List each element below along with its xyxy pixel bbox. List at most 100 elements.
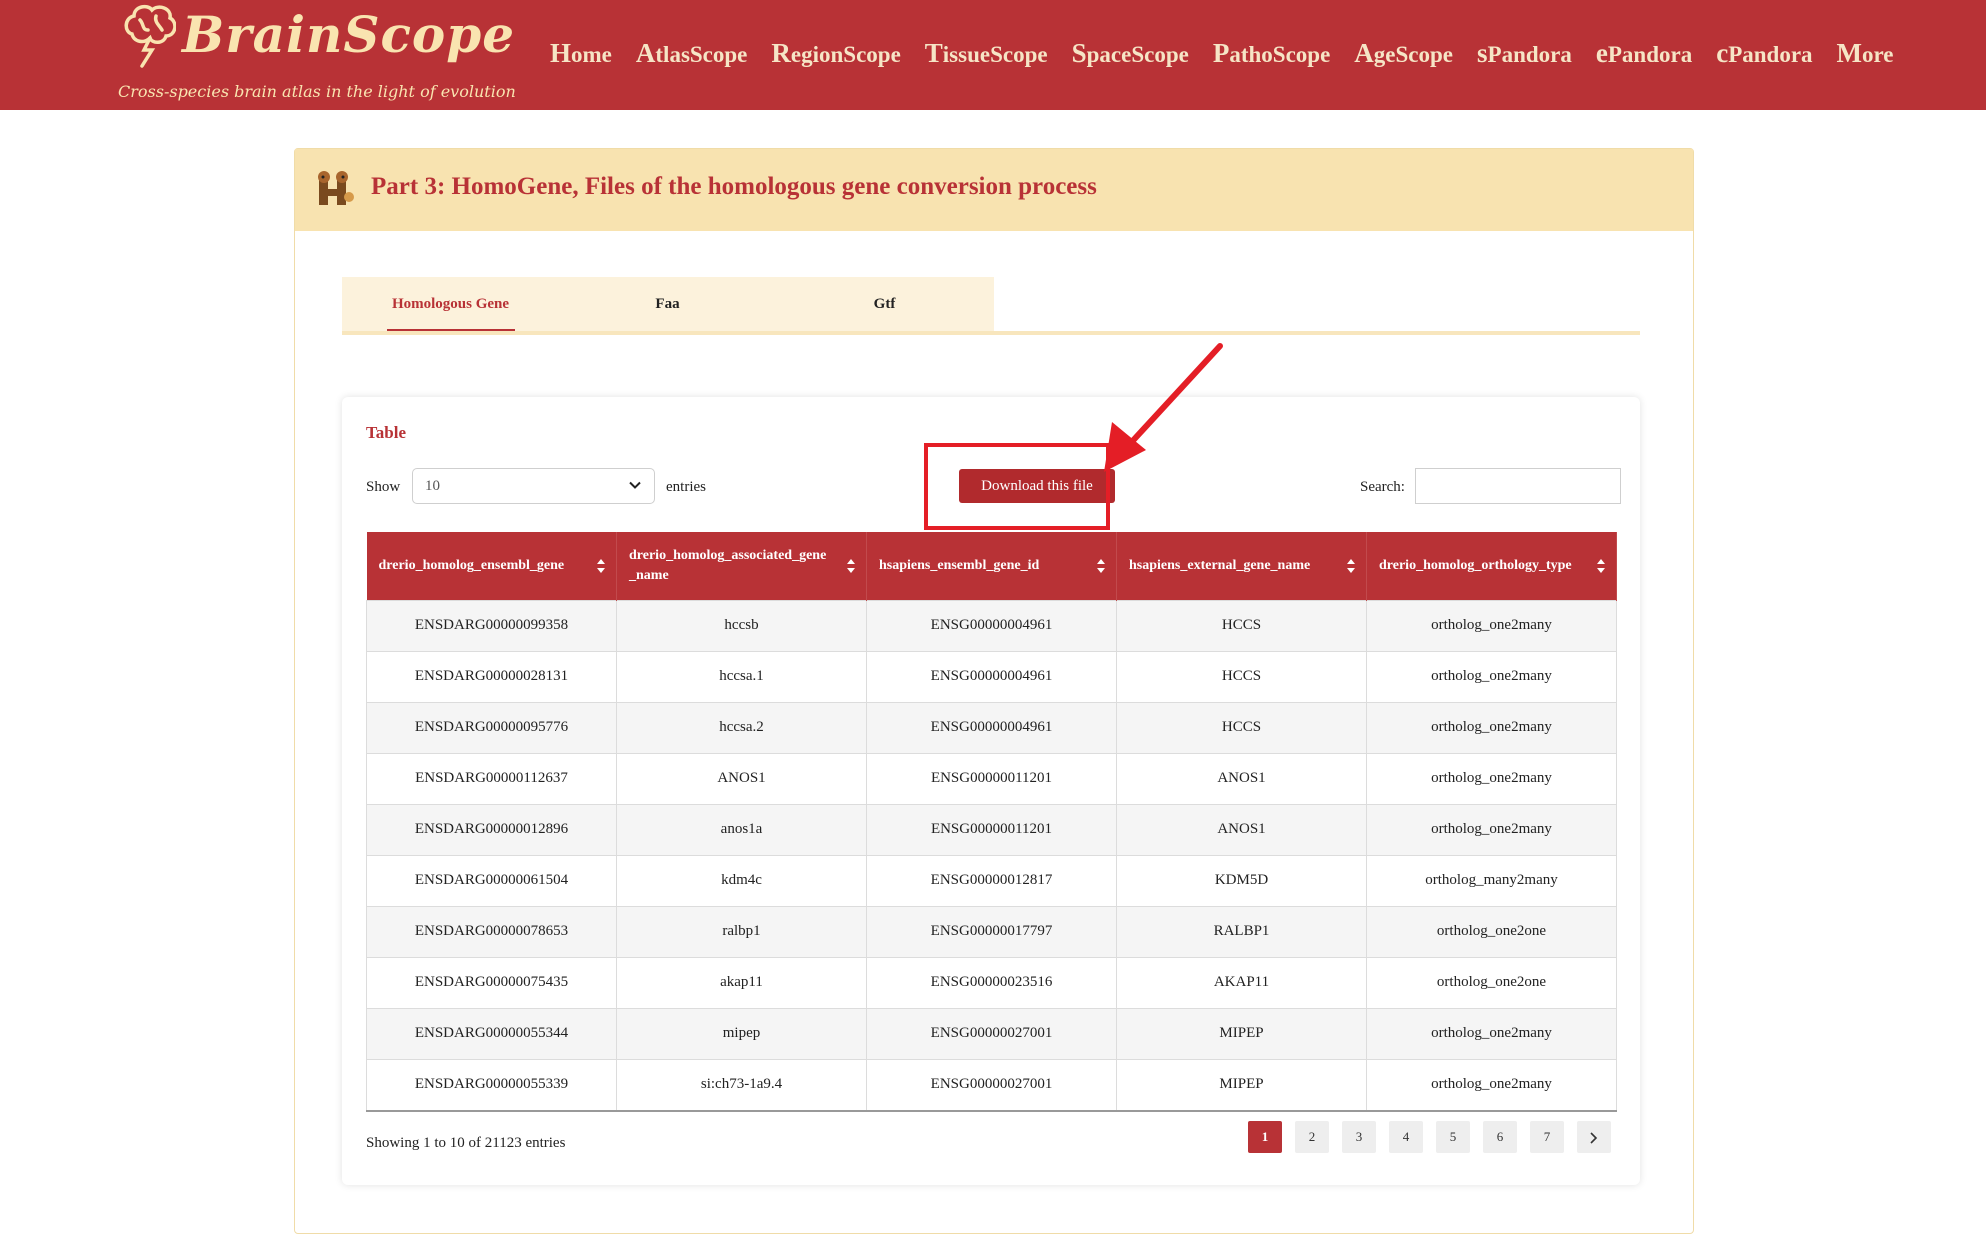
table-cell: ENSG00000004961 bbox=[866, 650, 1117, 702]
table-cell: ortholog_many2many bbox=[1366, 854, 1617, 906]
nav-home-rest: ome bbox=[571, 42, 612, 67]
table-row: ENSDARG00000012896 anos1a ENSG00000011201 A… bbox=[366, 803, 1617, 855]
nav-cpandora[interactable]: cPandora bbox=[1716, 38, 1812, 69]
nav-epandora[interactable]: ePandora bbox=[1596, 38, 1692, 69]
table-cell: ENSDARG00000075435 bbox=[366, 956, 617, 1008]
page-button[interactable]: 7 bbox=[1530, 1121, 1564, 1153]
table-row: ENSDARG00000112637 ANOS1 ENSG00000011201 AN… bbox=[366, 752, 1617, 804]
table-cell: ENSG00000011201 bbox=[866, 803, 1117, 855]
download-file-button[interactable]: Download this file bbox=[959, 469, 1115, 503]
page-button[interactable]: 3 bbox=[1342, 1121, 1376, 1153]
table-cell: ENSG00000027001 bbox=[866, 1007, 1117, 1059]
table-header-row: drerio_homolog_ensembl_gene drerio_homol… bbox=[366, 532, 1617, 600]
table-row: ENSDARG00000099358 hccsb ENSG00000004961 HC… bbox=[366, 599, 1617, 651]
search-input[interactable] bbox=[1415, 468, 1621, 504]
nav-spandora[interactable]: sPandora bbox=[1477, 38, 1572, 69]
page-button[interactable]: 5 bbox=[1436, 1121, 1470, 1153]
nav-spandora-rest: Pandora bbox=[1487, 42, 1572, 67]
table-cell: anos1a bbox=[616, 803, 867, 855]
table-cell: ANOS1 bbox=[1116, 752, 1367, 804]
table-cell: hccsa.2 bbox=[616, 701, 867, 753]
table-card: Table Show 10 entries Download this file… bbox=[342, 397, 1640, 1185]
sort-icon bbox=[847, 559, 855, 573]
nav-more-rest: ore bbox=[1862, 42, 1894, 67]
table-cell: HCCS bbox=[1116, 599, 1367, 651]
nav-tissuescope[interactable]: TissueScope bbox=[925, 38, 1048, 69]
next-page-button[interactable] bbox=[1577, 1121, 1611, 1153]
table-cell: ENSDARG00000028131 bbox=[366, 650, 617, 702]
column-header[interactable]: hsapiens_external_gene_name bbox=[1116, 532, 1367, 600]
nav-spacescope-rest: paceScope bbox=[1086, 42, 1189, 67]
nav-home-cap: H bbox=[550, 38, 572, 68]
search-label: Search: bbox=[1360, 479, 1405, 495]
table-cell: ortholog_one2many bbox=[1366, 599, 1617, 651]
table-cell: ENSG00000004961 bbox=[866, 701, 1117, 753]
table-cell: ENSDARG00000099358 bbox=[366, 599, 617, 651]
nav-pathoscope[interactable]: PathoScope bbox=[1213, 38, 1330, 69]
table-cell: ANOS1 bbox=[616, 752, 867, 804]
nav-epandora-cap: e bbox=[1595, 38, 1608, 68]
nav-regionscope-cap: R bbox=[771, 38, 791, 68]
table-cell: ortholog_one2one bbox=[1366, 956, 1617, 1008]
table-row: ENSDARG00000078653 ralbp1 ENSG00000017797 R… bbox=[366, 905, 1617, 957]
tab-gtf[interactable]: Gtf bbox=[776, 277, 993, 331]
table-cell: KDM5D bbox=[1116, 854, 1367, 906]
tab-faa[interactable]: Faa bbox=[559, 277, 776, 331]
pagination: 1 2 3 4 5 6 7 bbox=[1248, 1121, 1611, 1153]
column-header-label: drerio_homolog_orthology_type bbox=[1379, 557, 1572, 573]
chevron-down-icon bbox=[629, 481, 641, 489]
table-cell: ENSG00000011201 bbox=[866, 752, 1117, 804]
brainscope-logo[interactable]: BrainScope Cross-species brain atlas in … bbox=[118, 4, 518, 104]
page-button[interactable]: 2 bbox=[1295, 1121, 1329, 1153]
nav-tissuescope-cap: T bbox=[924, 38, 943, 68]
chevron-right-icon bbox=[1590, 1132, 1598, 1144]
tab-homologous-gene[interactable]: Homologous Gene bbox=[342, 277, 559, 331]
column-header-label: hsapiens_ensembl_gene_id bbox=[879, 557, 1040, 573]
sort-icon bbox=[1597, 559, 1605, 573]
table-cell: ENSG00000012817 bbox=[866, 854, 1117, 906]
table-info: Showing 1 to 10 of 21123 entries bbox=[366, 1135, 566, 1151]
column-header-label: hsapiens_external_gene_name bbox=[1129, 557, 1311, 573]
column-header-label: drerio_homolog_ensembl_gene bbox=[378, 557, 565, 573]
table-cell: ortholog_one2many bbox=[1366, 752, 1617, 804]
top-navbar: BrainScope Cross-species brain atlas in … bbox=[0, 0, 1986, 110]
nav-home[interactable]: Home bbox=[550, 38, 612, 69]
page-button[interactable]: 1 bbox=[1248, 1121, 1282, 1153]
table-row: ENSDARG00000028131 hccsa.1 ENSG00000004961… bbox=[366, 650, 1617, 702]
table-cell: HCCS bbox=[1116, 650, 1367, 702]
table-cell: ANOS1 bbox=[1116, 803, 1367, 855]
nav-more[interactable]: More bbox=[1837, 38, 1894, 69]
logo-title: BrainScope bbox=[182, 5, 516, 64]
page-button[interactable]: 6 bbox=[1483, 1121, 1517, 1153]
column-header[interactable]: drerio_homolog_orthology_type bbox=[1366, 532, 1617, 600]
card-title: Table bbox=[366, 423, 407, 442]
table-row: ENSDARG00000055339 si:ch73-1a9.4 ENSG00000… bbox=[366, 1058, 1617, 1111]
nav-atlasscope[interactable]: AtlasScope bbox=[636, 38, 748, 69]
table-row: ENSDARG00000075435 akap11 ENSG00000023516 A… bbox=[366, 956, 1617, 1008]
nav-agescope-rest: geScope bbox=[1373, 42, 1454, 67]
page-button[interactable]: 4 bbox=[1389, 1121, 1423, 1153]
page-length-select[interactable]: 10 bbox=[412, 468, 655, 504]
nav-pathoscope-rest: athoScope bbox=[1229, 42, 1331, 67]
table-cell: ortholog_one2many bbox=[1366, 803, 1617, 855]
nav-spacescope-cap: S bbox=[1071, 38, 1087, 68]
nav-agescope[interactable]: AgeScope bbox=[1354, 38, 1453, 69]
sort-icon bbox=[597, 559, 605, 573]
table-cell: MIPEP bbox=[1116, 1058, 1367, 1111]
panel-title: Part 3: HomoGene, Files of the homologou… bbox=[371, 173, 1097, 200]
column-header[interactable]: drerio_homolog_associated_gene_name bbox=[616, 532, 867, 600]
sort-icon bbox=[1347, 559, 1355, 573]
table-cell: ralbp1 bbox=[616, 905, 867, 957]
homogene-panel: Part 3: HomoGene, Files of the homologou… bbox=[294, 148, 1694, 1234]
nav-spacescope[interactable]: SpaceScope bbox=[1072, 38, 1189, 69]
column-header[interactable]: drerio_homolog_ensembl_gene bbox=[366, 532, 617, 600]
nav-regionscope[interactable]: RegionScope bbox=[771, 38, 900, 69]
panel-header: Part 3: HomoGene, Files of the homologou… bbox=[295, 149, 1693, 231]
table-cell: ortholog_one2many bbox=[1366, 1058, 1617, 1111]
column-header[interactable]: hsapiens_ensembl_gene_id bbox=[866, 532, 1117, 600]
table-cell: ENSDARG00000112637 bbox=[366, 752, 617, 804]
table-cell: ENSDARG00000055344 bbox=[366, 1007, 617, 1059]
nav-cpandora-rest: Pandora bbox=[1728, 42, 1813, 67]
table-cell: ortholog_one2many bbox=[1366, 701, 1617, 753]
nav-more-cap: M bbox=[1836, 38, 1863, 68]
